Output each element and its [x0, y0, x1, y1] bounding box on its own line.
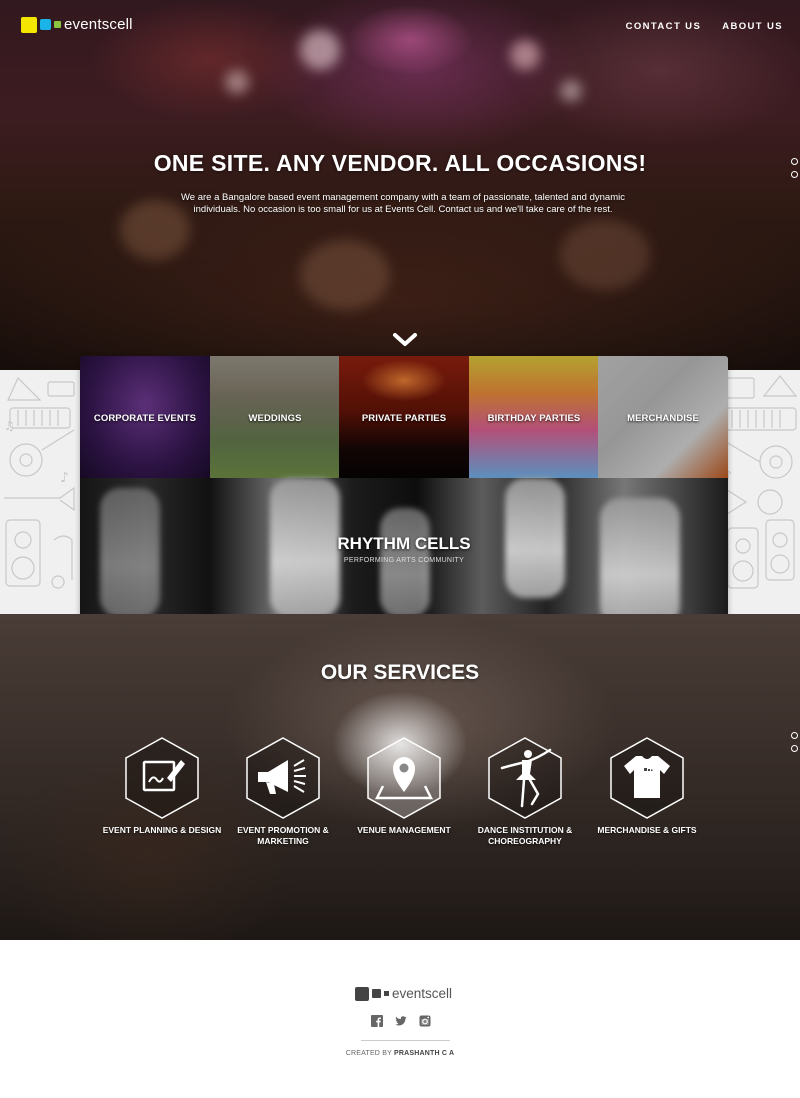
chevron-down-icon[interactable]	[392, 332, 418, 348]
footer-credit: CREATED BY PRASHANTH C A	[0, 1050, 800, 1057]
map-pin-icon	[367, 737, 441, 819]
service-label: EVENT PROMOTION & MARKETING	[237, 825, 329, 846]
service-label: MERCHANDISE & GIFTS	[597, 825, 697, 835]
logo-square-blue	[40, 19, 51, 30]
footer: eventscell CREATED BY PRASHANTH C A	[0, 940, 800, 1098]
service-venue-management[interactable]: VENUE MANAGEMENT	[344, 736, 464, 836]
pager-dot[interactable]	[791, 745, 798, 752]
music-doodle-pattern: ♪ ♫	[4, 376, 75, 589]
ballerina-icon	[488, 737, 562, 819]
category-label: PRIVATE PARTIES	[361, 413, 447, 424]
service-label: EVENT PLANNING & DESIGN	[102, 825, 222, 835]
rhythm-cells-feature[interactable]: RHYTHM CELLS PERFORMING ARTS COMMUNITY	[80, 478, 728, 626]
category-tile-private-parties[interactable]: PRIVATE PARTIES	[339, 356, 469, 478]
nav-contact-us[interactable]: CONTACT US	[626, 21, 702, 32]
category-tile-corporate-events[interactable]: CORPORATE EVENTS	[80, 356, 210, 478]
category-label: MERCHANDISE	[627, 413, 699, 424]
service-label: DANCE INSTITUTION & CHOREOGRAPHY	[477, 825, 573, 846]
hero-section: eventscell CONTACT US ABOUT US ONE SITE.…	[0, 0, 800, 370]
category-label: WEDDINGS	[248, 413, 302, 424]
service-merchandise-gifts[interactable]: MERCHANDISE & GIFTS	[587, 736, 707, 836]
category-tile-merchandise[interactable]: MERCHANDISE	[598, 356, 728, 478]
footer-divider	[361, 1040, 450, 1041]
services-section: OUR SERVICES EVENT PLANNING & DESIGN EVE…	[0, 614, 800, 940]
brand-logo[interactable]: eventscell	[21, 16, 133, 33]
svg-text:♫: ♫	[4, 419, 15, 433]
logo-square	[372, 989, 381, 998]
feature-title: RHYTHM CELLS	[337, 534, 471, 553]
twitter-icon[interactable]	[395, 1014, 407, 1026]
megaphone-icon	[246, 737, 320, 819]
footer-logo[interactable]: eventscell	[355, 986, 452, 1001]
brand-name: eventscell	[64, 16, 133, 33]
hero-description: We are a Bangalore based event managemen…	[181, 192, 625, 215]
t-shirt-icon	[610, 737, 684, 819]
category-tile-weddings[interactable]: WEDDINGS	[210, 356, 340, 478]
category-grid: CORPORATE EVENTS WEDDINGS PRIVATE PARTIE…	[80, 356, 728, 626]
category-label: BIRTHDAY PARTIES	[487, 413, 581, 424]
top-nav: CONTACT US ABOUT US	[605, 21, 783, 32]
music-doodle-pattern: ♪	[723, 375, 798, 589]
instagram-icon[interactable]	[419, 1014, 431, 1027]
logo-square-yellow	[21, 16, 37, 33]
pager-dot[interactable]	[791, 732, 798, 739]
hero-title: ONE SITE. ANY VENDOR. ALL OCCASIONS!	[153, 150, 647, 176]
logo-square	[355, 986, 369, 1001]
social-links	[371, 1014, 443, 1027]
facebook-icon[interactable]	[371, 1014, 383, 1027]
svg-text:♪: ♪	[60, 470, 69, 486]
service-event-promotion[interactable]: EVENT PROMOTION & MARKETING	[223, 736, 343, 847]
pen-board-icon	[125, 737, 199, 819]
footer-brand-name: eventscell	[392, 986, 453, 1001]
services-title: OUR SERVICES	[320, 661, 480, 684]
slide-pager	[791, 732, 798, 758]
service-event-planning[interactable]: EVENT PLANNING & DESIGN	[102, 736, 222, 836]
credit-author[interactable]: PRASHANTH C A	[394, 1050, 454, 1057]
logo-square	[384, 991, 389, 996]
category-label: CORPORATE EVENTS	[93, 413, 197, 424]
category-tile-birthday-parties[interactable]: BIRTHDAY PARTIES	[469, 356, 599, 478]
credit-prefix: CREATED BY	[345, 1050, 394, 1057]
nav-about-us[interactable]: ABOUT US	[722, 21, 783, 32]
logo-square-green	[54, 21, 61, 28]
feature-subtitle: PERFORMING ARTS COMMUNITY	[343, 557, 465, 564]
service-label: VENUE MANAGEMENT	[357, 825, 451, 835]
service-dance-institution[interactable]: DANCE INSTITUTION & CHOREOGRAPHY	[465, 736, 585, 847]
